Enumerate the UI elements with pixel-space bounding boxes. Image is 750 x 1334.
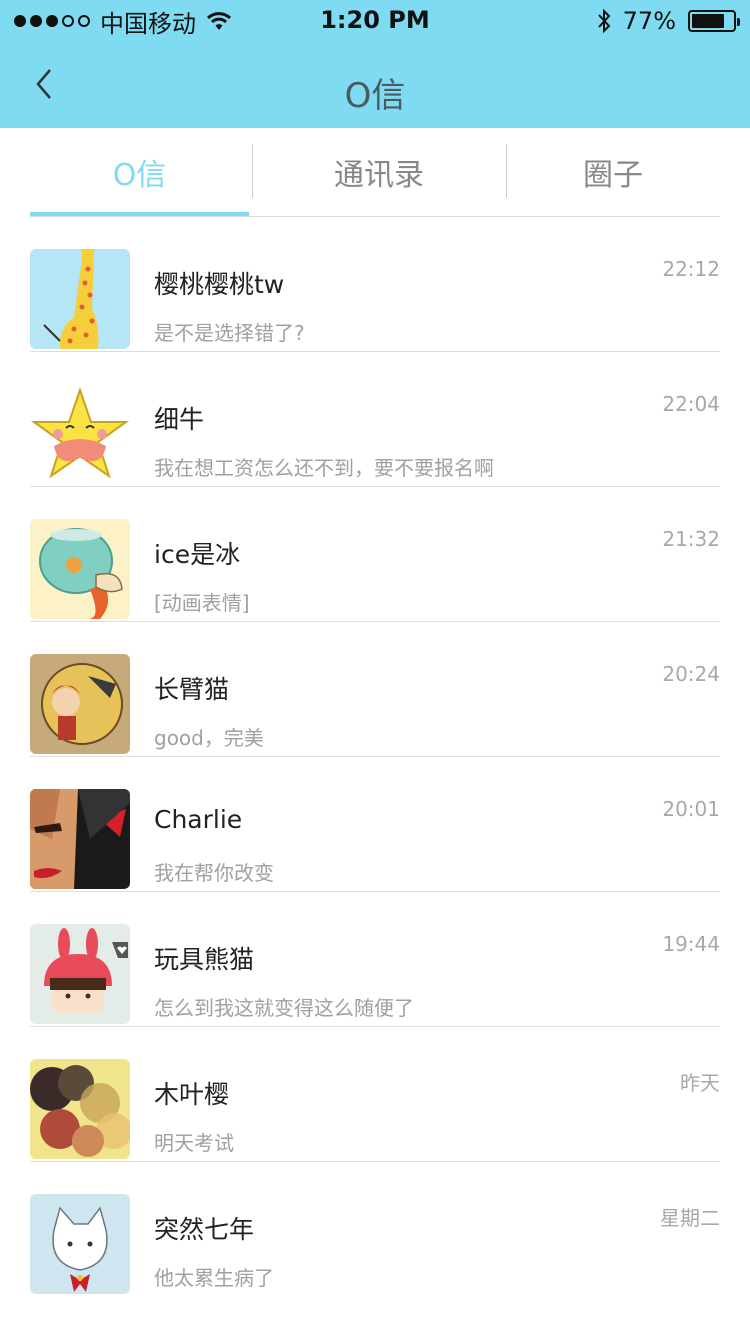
avatar-portrait <box>30 789 130 889</box>
tab-circles[interactable]: 圈子 <box>506 128 720 216</box>
message-time: 19:44 <box>662 932 720 956</box>
contact-name: 细牛 <box>154 405 205 434</box>
conversation-row[interactable]: 玩具熊猫 怎么到我这就变得这么随便了 19:44 <box>30 892 720 1027</box>
contact-name: 樱桃樱桃tw <box>154 270 285 299</box>
conversation-row[interactable]: 木叶樱 明天考试 昨天 <box>30 1027 720 1162</box>
avatar-bunny-girl <box>30 924 130 1024</box>
status-bar: 中国移动 1:20 PM 77% <box>0 0 750 40</box>
avatar-fishbowl <box>30 519 130 619</box>
contact-name: 木叶樱 <box>154 1080 230 1109</box>
contact-name: 突然七年 <box>154 1215 255 1244</box>
avatar-anime-character <box>30 654 130 754</box>
message-time: 20:01 <box>662 797 720 821</box>
tab-contacts[interactable]: 通讯录 <box>252 128 506 216</box>
battery-icon <box>688 10 740 32</box>
avatar-giraffe <box>30 249 130 349</box>
status-right: 77% <box>597 6 740 36</box>
message-preview: 我在想工资怎么还不到，要不要报名啊 <box>154 456 494 480</box>
contact-name: ice是冰 <box>154 540 241 569</box>
avatar-white-cat <box>30 1194 130 1294</box>
message-preview: [动画表情] <box>154 591 250 615</box>
message-time: 22:12 <box>662 257 720 281</box>
conversation-row[interactable]: 长臂猫 good，完美 20:24 <box>30 622 720 757</box>
app-header: 中国移动 1:20 PM 77% O信 <box>0 0 750 128</box>
battery-percent: 77% <box>622 7 676 35</box>
tab-messages[interactable]: O信 <box>30 128 249 216</box>
active-tab-indicator <box>30 212 249 216</box>
conversation-row[interactable]: Charlie 我在帮你改变 20:01 <box>30 757 720 892</box>
conversation-row[interactable]: 细牛 我在想工资怎么还不到，要不要报名啊 22:04 <box>30 352 720 487</box>
message-time: 22:04 <box>662 392 720 416</box>
message-preview: 怎么到我这就变得这么随便了 <box>154 996 414 1020</box>
message-preview: 明天考试 <box>154 1131 234 1155</box>
message-preview: 我在帮你改变 <box>154 861 274 885</box>
avatar-balloons <box>30 1059 130 1159</box>
message-preview: 他太累生病了 <box>154 1266 274 1290</box>
message-time: 21:32 <box>662 527 720 551</box>
message-preview: good，完美 <box>154 726 264 750</box>
message-time: 昨天 <box>680 1071 720 1095</box>
tab-bar: O信 通讯录 圈子 <box>30 128 720 217</box>
contact-name: 长臂猫 <box>154 675 230 704</box>
contact-name: 玩具熊猫 <box>154 945 255 974</box>
message-time: 星期二 <box>660 1206 720 1230</box>
contact-name: Charlie <box>154 805 243 834</box>
bluetooth-icon <box>597 8 611 34</box>
message-preview: 是不是选择错了? <box>154 321 305 345</box>
conversation-row[interactable]: 突然七年 他太累生病了 星期二 <box>30 1162 720 1297</box>
conversation-row[interactable]: ice是冰 [动画表情] 21:32 <box>30 487 720 622</box>
conversation-row[interactable]: 樱桃樱桃tw 是不是选择错了? 22:12 <box>30 217 720 352</box>
message-time: 20:24 <box>662 662 720 686</box>
page-title: O信 <box>344 76 406 116</box>
avatar-star <box>30 384 130 484</box>
